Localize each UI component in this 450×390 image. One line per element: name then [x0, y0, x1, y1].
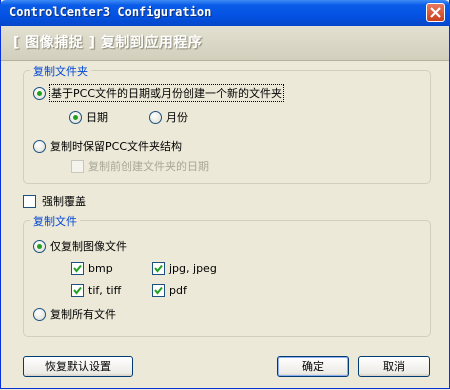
pdf-checkbox-box[interactable] — [152, 284, 165, 297]
keep-structure-radio[interactable]: 复制时保留PCC文件夹结构 — [33, 138, 182, 154]
type-checkbox-pdf[interactable]: pdf — [152, 284, 187, 297]
images-only-radio-label: 仅复制图像文件 — [50, 240, 127, 253]
type-label-bmp: bmp — [88, 262, 113, 275]
date-radio-label: 日期 — [86, 111, 108, 124]
month-radio[interactable]: 月份 — [149, 109, 188, 125]
copy-folder-group-label: 复制文件夹 — [30, 63, 91, 79]
checkmark-icon — [154, 286, 163, 295]
force-overwrite-label: 强制覆盖 — [42, 195, 86, 208]
month-radio-label: 月份 — [166, 111, 188, 124]
ok-button[interactable]: 确定 — [277, 356, 349, 377]
create-date-folder-label: 复制前创建文件夹的日期 — [88, 160, 209, 173]
jpg-checkbox-box[interactable] — [152, 262, 165, 275]
type-checkbox-jpg[interactable]: jpg, jpeg — [152, 262, 217, 275]
all-files-radio-button[interactable] — [33, 307, 46, 321]
date-folder-radio-button[interactable] — [33, 86, 46, 100]
close-button[interactable] — [426, 3, 445, 22]
images-only-radio-button[interactable] — [33, 239, 46, 253]
force-overwrite-checkbox[interactable]: 强制覆盖 — [23, 193, 86, 209]
config-window: ControlCenter3 Configuration [ 图像捕捉 ] 复制… — [0, 0, 450, 389]
page-header: [ 图像捕捉 ] 复制到应用程序 — [1, 26, 449, 61]
copy-folder-group: 复制文件夹 基于PCC文件的日期或月份创建一个新的文件夹 日期 月份 复制时保留… — [23, 63, 431, 184]
month-radio-button[interactable] — [149, 110, 162, 124]
all-files-radio-label: 复制所有文件 — [50, 308, 116, 321]
keep-structure-radio-label: 复制时保留PCC文件夹结构 — [50, 140, 182, 153]
title-bar[interactable]: ControlCenter3 Configuration — [0, 0, 450, 26]
create-date-folder-checkbox-box[interactable] — [71, 159, 84, 173]
create-date-folder-checkbox[interactable]: 复制前创建文件夹的日期 — [71, 158, 209, 174]
date-radio[interactable]: 日期 — [69, 109, 108, 125]
type-label-jpg: jpg, jpeg — [169, 262, 217, 275]
bmp-checkbox-box[interactable] — [71, 262, 84, 275]
images-only-radio[interactable]: 仅复制图像文件 — [33, 238, 127, 254]
checkmark-icon — [154, 264, 163, 273]
restore-defaults-button[interactable]: 恢复默认设置 — [23, 356, 133, 377]
force-overwrite-checkbox-box[interactable] — [23, 194, 36, 208]
cancel-button[interactable]: 取消 — [358, 356, 430, 377]
type-checkbox-tif[interactable]: tif, tiff — [71, 284, 121, 297]
keep-structure-radio-button[interactable] — [33, 139, 46, 153]
checkmark-icon — [73, 286, 82, 295]
date-folder-radio-label: 基于PCC文件的日期或月份创建一个新的文件夹 — [49, 84, 284, 102]
page-title: [ 图像捕捉 ] 复制到应用程序 — [13, 35, 203, 51]
type-label-tif: tif, tiff — [88, 284, 122, 297]
checkmark-icon — [73, 264, 82, 273]
window-title: ControlCenter3 Configuration — [9, 5, 212, 19]
date-radio-button[interactable] — [69, 110, 82, 124]
type-label-pdf: pdf — [169, 284, 187, 297]
close-icon — [430, 7, 441, 18]
date-folder-radio[interactable]: 基于PCC文件的日期或月份创建一个新的文件夹 — [33, 84, 284, 102]
all-files-radio[interactable]: 复制所有文件 — [33, 306, 116, 322]
type-checkbox-bmp[interactable]: bmp — [71, 262, 113, 275]
copy-files-group: 复制文件 仅复制图像文件 bmp jpg, jpeg tif, tiff pdf… — [23, 213, 431, 337]
tif-checkbox-box[interactable] — [71, 284, 84, 297]
copy-files-group-label: 复制文件 — [30, 213, 80, 229]
